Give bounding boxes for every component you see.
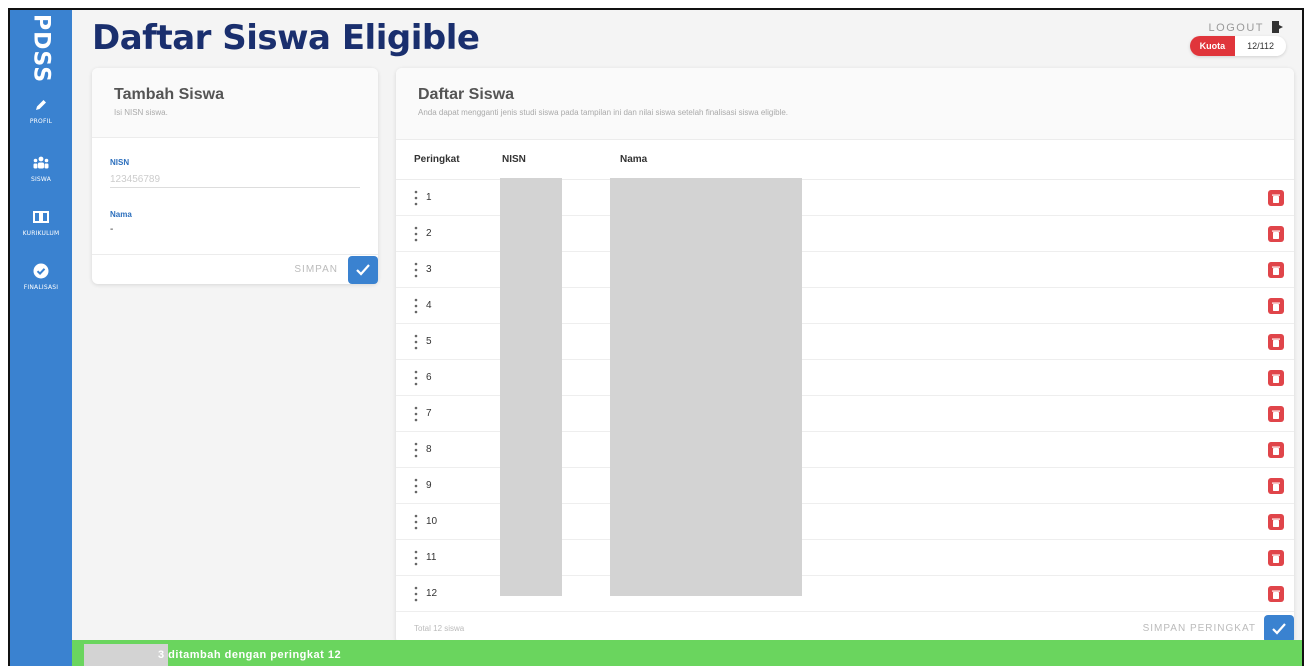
sidebar-item-label: SISWA	[30, 176, 52, 183]
success-toast: 3 ditambah dengan peringkat 12	[72, 640, 1302, 666]
trash-icon	[1272, 410, 1280, 419]
sidebar-item-profil[interactable]: PROFIL	[10, 96, 72, 142]
check-circle-icon	[32, 262, 50, 280]
delete-button[interactable]	[1268, 262, 1284, 278]
trash-icon	[1272, 482, 1280, 491]
save-button[interactable]	[348, 256, 378, 284]
drag-handle-icon[interactable]	[414, 261, 418, 279]
sidebar-item-finalisasi[interactable]: FINALISASI	[10, 262, 72, 308]
card-subtitle: Isi NISN siswa.	[114, 108, 168, 117]
rank-value: 5	[426, 336, 432, 347]
rank-value: 9	[426, 480, 432, 491]
rank-value: 8	[426, 444, 432, 455]
trash-icon	[1272, 230, 1280, 239]
add-student-card: Tambah Siswa Isi NISN siswa. NISN Nama -…	[92, 68, 378, 284]
toast-message: 3 ditambah dengan peringkat 12	[158, 649, 342, 661]
rank-value: 1	[426, 192, 432, 203]
table-header: Peringkat NISN Nama	[396, 140, 1294, 180]
delete-button[interactable]	[1268, 298, 1284, 314]
card-header: Daftar Siswa Anda dapat mengganti jenis …	[396, 68, 1294, 140]
rank-value: 3	[426, 264, 432, 275]
nisn-label: NISN	[110, 158, 130, 167]
delete-button[interactable]	[1268, 406, 1284, 422]
delete-button[interactable]	[1268, 586, 1284, 602]
delete-button[interactable]	[1268, 190, 1284, 206]
check-icon	[356, 264, 370, 276]
trash-icon	[1272, 338, 1280, 347]
drag-handle-icon[interactable]	[414, 333, 418, 351]
column-header-nama: Nama	[620, 154, 648, 165]
quota-value: 12/112	[1235, 36, 1286, 56]
sidebar-item-label: KURIKULUM	[22, 230, 60, 237]
nama-label: Nama	[110, 210, 132, 219]
delete-button[interactable]	[1268, 334, 1284, 350]
drag-handle-icon[interactable]	[414, 225, 418, 243]
drag-handle-icon[interactable]	[414, 513, 418, 531]
trash-icon	[1272, 266, 1280, 275]
redacted-nisn-column	[500, 178, 562, 596]
save-button-label[interactable]: SIMPAN	[294, 264, 338, 275]
drag-handle-icon[interactable]	[414, 369, 418, 387]
rank-value: 2	[426, 228, 432, 239]
nisn-input[interactable]	[110, 172, 360, 188]
check-icon	[1272, 623, 1286, 635]
quota-badge: Kuota 12/112	[1189, 36, 1286, 56]
delete-button[interactable]	[1268, 442, 1284, 458]
trash-icon	[1272, 302, 1280, 311]
column-header-nisn: NISN	[502, 154, 526, 165]
rank-value: 11	[426, 552, 437, 563]
save-ranking-label[interactable]: SIMPAN PERINGKAT	[1143, 623, 1256, 634]
drag-handle-icon[interactable]	[414, 441, 418, 459]
page-title: Daftar Siswa Eligible	[92, 18, 480, 58]
delete-button[interactable]	[1268, 514, 1284, 530]
card-footer: SIMPAN	[92, 254, 378, 284]
trash-icon	[1272, 518, 1280, 527]
redacted-student-name	[84, 644, 168, 666]
trash-icon	[1272, 446, 1280, 455]
brand-logo: PDSS	[28, 14, 54, 84]
rank-value: 6	[426, 372, 432, 383]
rank-value: 7	[426, 408, 432, 419]
trash-icon	[1272, 554, 1280, 563]
rank-value: 10	[426, 516, 438, 527]
rank-value: 4	[426, 300, 432, 311]
card-title: Daftar Siswa	[418, 86, 515, 103]
delete-button[interactable]	[1268, 370, 1284, 386]
redacted-nama-column	[610, 178, 802, 596]
drag-handle-icon[interactable]	[414, 585, 418, 603]
sidebar-item-siswa[interactable]: SISWA	[10, 154, 72, 200]
save-ranking-button[interactable]	[1264, 615, 1294, 643]
trash-icon	[1272, 374, 1280, 383]
users-icon	[32, 154, 50, 172]
logout-link[interactable]: LOGOUT	[1209, 22, 1264, 34]
quota-label: Kuota	[1189, 36, 1236, 56]
rank-value: 12	[426, 588, 438, 599]
drag-handle-icon[interactable]	[414, 297, 418, 315]
drag-handle-icon[interactable]	[414, 405, 418, 423]
drag-handle-icon[interactable]	[414, 477, 418, 495]
student-list-card: Daftar Siswa Anda dapat mengganti jenis …	[396, 68, 1294, 644]
total-count: Total 12 siswa	[414, 624, 465, 633]
trash-icon	[1272, 590, 1280, 599]
drag-handle-icon[interactable]	[414, 549, 418, 567]
card-subtitle: Anda dapat mengganti jenis studi siswa p…	[418, 108, 788, 117]
card-header: Tambah Siswa Isi NISN siswa.	[92, 68, 378, 138]
delete-button[interactable]	[1268, 226, 1284, 242]
drag-handle-icon[interactable]	[414, 189, 418, 207]
sidebar-item-label: PROFIL	[29, 118, 53, 125]
sidebar-item-kurikulum[interactable]: KURIKULUM	[10, 208, 72, 254]
app-frame: PDSS PROFIL SISWA KURIKULUM FINALISASI D…	[8, 8, 1304, 666]
delete-button[interactable]	[1268, 550, 1284, 566]
sidebar: PDSS PROFIL SISWA KURIKULUM FINALISASI	[10, 10, 72, 666]
delete-button[interactable]	[1268, 478, 1284, 494]
column-header-peringkat: Peringkat	[414, 154, 460, 165]
pencil-icon	[32, 96, 50, 114]
trash-icon	[1272, 194, 1280, 203]
nama-value: -	[110, 224, 114, 235]
book-icon	[32, 208, 50, 226]
logout-icon[interactable]	[1270, 20, 1284, 34]
sidebar-item-label: FINALISASI	[23, 284, 59, 291]
card-title: Tambah Siswa	[114, 86, 224, 103]
